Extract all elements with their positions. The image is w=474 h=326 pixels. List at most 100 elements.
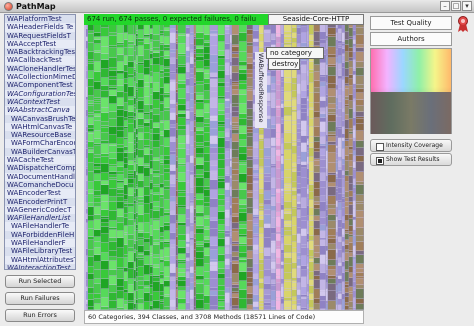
method-cell[interactable]	[124, 121, 128, 127]
method-cell[interactable]	[232, 204, 239, 214]
method-cell[interactable]	[160, 240, 164, 242]
method-cell[interactable]	[264, 157, 271, 159]
method-cell[interactable]	[225, 212, 230, 218]
method-cell[interactable]	[349, 134, 353, 139]
method-cell[interactable]	[178, 248, 186, 254]
method-cell[interactable]	[128, 124, 134, 133]
method-cell[interactable]	[210, 174, 218, 180]
method-cell[interactable]	[253, 183, 259, 191]
method-cell[interactable]	[349, 161, 353, 167]
method-cell[interactable]	[86, 57, 88, 66]
method-cell[interactable]	[164, 156, 170, 160]
method-cell[interactable]	[170, 175, 176, 184]
method-cell[interactable]	[136, 304, 138, 310]
method-cell[interactable]	[194, 224, 196, 234]
method-cell[interactable]	[117, 231, 124, 238]
method-cell[interactable]	[153, 187, 160, 193]
method-cell[interactable]	[218, 83, 225, 87]
method-cell[interactable]	[134, 281, 136, 291]
method-cell[interactable]	[307, 255, 309, 257]
method-cell[interactable]	[314, 280, 320, 289]
method-cell[interactable]	[230, 35, 232, 43]
method-cell[interactable]	[94, 230, 101, 237]
method-cell[interactable]	[138, 166, 144, 174]
method-cell[interactable]	[271, 77, 276, 84]
method-cell[interactable]	[194, 287, 196, 297]
method-cell[interactable]	[326, 237, 328, 246]
method-cell[interactable]	[190, 53, 194, 57]
method-cell[interactable]	[196, 123, 204, 128]
method-cell[interactable]	[190, 226, 194, 232]
method-cell[interactable]	[271, 90, 276, 93]
method-cell[interactable]	[232, 142, 239, 150]
method-cell[interactable]	[320, 156, 326, 160]
method-cell[interactable]	[150, 194, 153, 203]
method-cell[interactable]	[259, 130, 264, 135]
method-cell[interactable]	[353, 255, 356, 257]
method-cell[interactable]	[117, 188, 124, 190]
method-cell[interactable]	[136, 277, 138, 282]
method-cell[interactable]	[204, 127, 210, 133]
method-cell[interactable]	[239, 222, 247, 225]
method-cell[interactable]	[160, 279, 164, 284]
method-cell[interactable]	[326, 83, 328, 85]
method-cell[interactable]	[253, 174, 259, 176]
method-cell[interactable]	[101, 86, 109, 91]
method-cell[interactable]	[170, 273, 176, 277]
method-cell[interactable]	[196, 72, 204, 82]
method-cell[interactable]	[186, 181, 190, 183]
method-cell[interactable]	[210, 262, 218, 266]
method-cell[interactable]	[196, 25, 204, 33]
method-cell[interactable]	[307, 99, 309, 101]
method-cell[interactable]	[196, 57, 204, 61]
method-cell[interactable]	[264, 295, 271, 300]
method-cell[interactable]	[259, 141, 264, 150]
method-cell[interactable]	[136, 34, 138, 37]
method-cell[interactable]	[88, 148, 94, 150]
method-cell[interactable]	[326, 189, 328, 199]
method-cell[interactable]	[88, 34, 94, 43]
method-cell[interactable]	[109, 180, 117, 189]
method-cell[interactable]	[194, 54, 196, 59]
method-cell[interactable]	[309, 185, 314, 192]
method-cell[interactable]	[138, 290, 144, 299]
method-cell[interactable]	[117, 110, 124, 117]
method-cell[interactable]	[88, 134, 94, 142]
method-cell[interactable]	[134, 72, 136, 77]
method-cell[interactable]	[349, 139, 353, 147]
method-cell[interactable]	[225, 176, 230, 183]
method-cell[interactable]	[124, 301, 128, 305]
method-cell[interactable]	[338, 179, 342, 188]
method-cell[interactable]	[349, 37, 353, 39]
method-cell[interactable]	[276, 169, 281, 179]
method-cell[interactable]	[101, 157, 109, 164]
method-cell[interactable]	[150, 72, 153, 77]
method-cell[interactable]	[239, 90, 247, 95]
method-cell[interactable]	[349, 191, 353, 197]
method-cell[interactable]	[138, 42, 144, 46]
method-cell[interactable]	[164, 281, 170, 287]
method-cell[interactable]	[178, 25, 186, 34]
method-cell[interactable]	[301, 229, 307, 236]
method-cell[interactable]	[271, 157, 276, 164]
method-cell[interactable]	[144, 196, 150, 204]
method-cell[interactable]	[297, 94, 301, 100]
method-cell[interactable]	[284, 116, 292, 121]
method-cell[interactable]	[320, 218, 326, 225]
method-cell[interactable]	[178, 65, 186, 67]
method-cell[interactable]	[342, 112, 345, 121]
method-cell[interactable]	[356, 273, 364, 277]
method-cell[interactable]	[342, 134, 345, 138]
method-cell[interactable]	[164, 267, 170, 277]
method-cell[interactable]	[94, 90, 101, 98]
method-cell[interactable]	[186, 25, 190, 28]
method-cell[interactable]	[301, 121, 307, 131]
method-cell[interactable]	[138, 255, 144, 258]
method-cell[interactable]	[153, 161, 160, 171]
method-cell[interactable]	[117, 299, 124, 308]
method-cell[interactable]	[292, 172, 297, 182]
method-cell[interactable]	[353, 141, 356, 151]
method-cell[interactable]	[178, 118, 186, 126]
method-cell[interactable]	[314, 72, 320, 81]
method-cell[interactable]	[194, 46, 196, 50]
